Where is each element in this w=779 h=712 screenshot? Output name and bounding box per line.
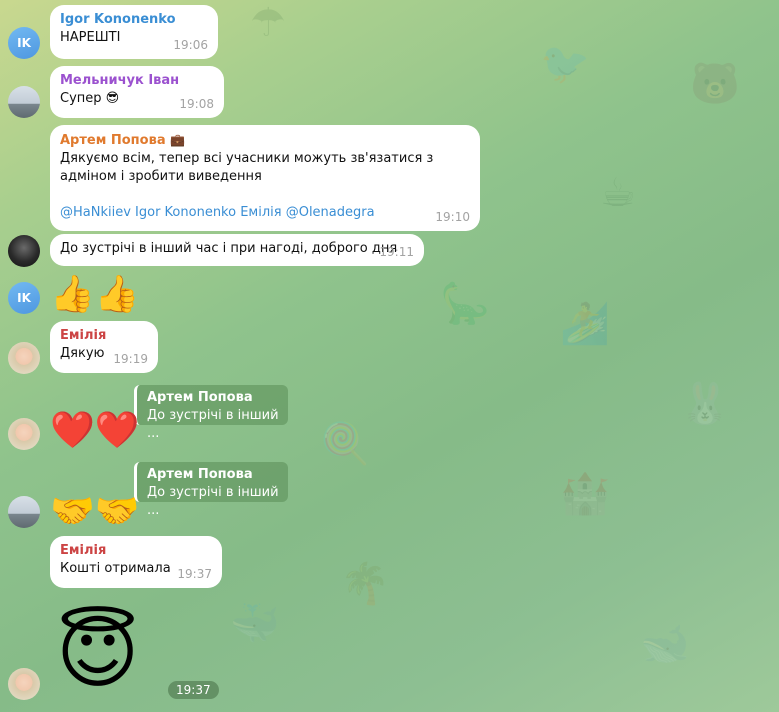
- message-sender[interactable]: Емілія: [60, 542, 212, 560]
- avatar[interactable]: [8, 418, 40, 450]
- pattern-doodle-icon: 🐰: [680, 381, 730, 427]
- pattern-doodle-icon: 🐋: [640, 621, 690, 667]
- pattern-doodle-icon: 🍭: [320, 421, 370, 467]
- pattern-doodle-icon: 🐻: [690, 61, 740, 107]
- reply-preview[interactable]: Артем Попова До зустрічі в інший ...: [134, 462, 288, 518]
- message-text: До зустрічі в інший час і при нагоді, до…: [60, 241, 398, 256]
- message-time: 19:11: [379, 245, 414, 259]
- message-sender[interactable]: Емілія: [60, 327, 148, 345]
- reply-preview[interactable]: Артем Попова До зустрічі в інший ...: [134, 385, 288, 441]
- avatar[interactable]: [8, 235, 40, 267]
- message-sender[interactable]: Мельничук Іван: [60, 72, 214, 90]
- message-bubble[interactable]: Емілія Кошті отримала 19:37: [50, 536, 222, 588]
- pattern-doodle-icon: ☂: [250, 0, 286, 46]
- pattern-doodle-icon: 🐳: [230, 601, 280, 647]
- pattern-doodle-icon: 🏰: [560, 471, 610, 517]
- message-bubble[interactable]: Мельничук Іван Супер 😎 19:08: [50, 66, 224, 118]
- mention-links[interactable]: @HaNkiiev Igor Kononenko Емілія @Olenade…: [60, 204, 470, 222]
- avatar[interactable]: IK: [8, 27, 40, 59]
- handshake-icon[interactable]: 🤝🤝: [50, 492, 140, 532]
- message-time: 19:37: [177, 567, 212, 581]
- message-bubble[interactable]: Артем Попова 💼 Дякуємо всім, тепер всі у…: [50, 125, 480, 231]
- message-time: 19:10: [435, 210, 470, 224]
- avatar[interactable]: IK: [8, 282, 40, 314]
- message-time: 19:37: [168, 681, 219, 699]
- thumbs-up-icon[interactable]: 👍👍: [50, 275, 140, 315]
- message-bubble[interactable]: До зустрічі в інший час і при нагоді, до…: [50, 234, 424, 266]
- reply-sender: Артем Попова: [147, 467, 253, 482]
- message-bubble[interactable]: Igor Kononenko НАРЕШТІ 19:06: [50, 5, 218, 59]
- message-time: 19:19: [113, 352, 148, 366]
- heart-icon[interactable]: ❤️❤️: [50, 411, 140, 451]
- pattern-doodle-icon: 🌴: [340, 561, 390, 607]
- pattern-doodle-icon: 🐦: [540, 41, 590, 87]
- message-text: Дякуємо всім, тепер всі учасники можуть …: [60, 151, 438, 184]
- pattern-doodle-icon: 🏄: [560, 301, 610, 347]
- smiling-face-with-halo-icon[interactable]: 😇: [56, 608, 139, 698]
- message-bubble[interactable]: Емілія Дякую 19:19: [50, 321, 158, 373]
- avatar[interactable]: [8, 496, 40, 528]
- briefcase-icon: 💼: [170, 133, 186, 147]
- pattern-doodle-icon: 🦕: [440, 281, 490, 327]
- message-sender[interactable]: Артем Попова 💼: [60, 131, 470, 150]
- message-time: 19:08: [179, 97, 214, 111]
- reply-text: До зустрічі в інший ...: [147, 485, 279, 518]
- pattern-doodle-icon: ☕: [600, 170, 636, 216]
- reply-sender: Артем Попова: [147, 390, 253, 405]
- avatar[interactable]: [8, 668, 40, 700]
- message-time: 19:06: [173, 38, 208, 52]
- sender-name: Артем Попова: [60, 133, 166, 148]
- message-sender[interactable]: Igor Kononenko: [60, 11, 208, 29]
- avatar[interactable]: [8, 342, 40, 374]
- reply-text: До зустрічі в інший ...: [147, 408, 279, 441]
- avatar[interactable]: [8, 86, 40, 118]
